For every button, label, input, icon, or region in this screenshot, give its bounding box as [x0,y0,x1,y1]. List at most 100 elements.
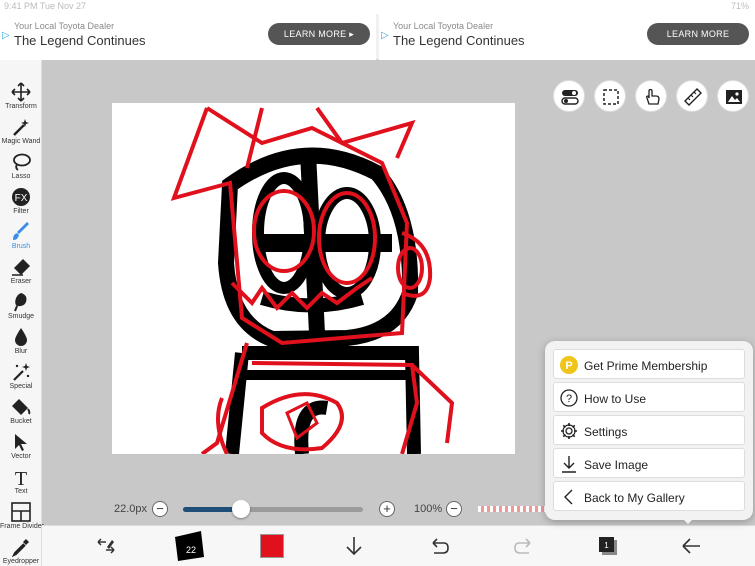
tool-frame-divider[interactable]: Frame Divider [0,498,44,533]
svg-text:1: 1 [604,541,609,550]
popover-tail [680,516,696,524]
tool-panel: Transform Magic Wand Lasso FX Filter Bru… [0,60,44,566]
eyedropper-icon [11,539,29,557]
menu-item-save-image[interactable]: Save Image [553,448,745,478]
opacity-value: 100% [414,503,443,515]
tool-transform[interactable]: Transform [0,78,42,113]
menu-item-prime[interactable]: P Get Prime Membership [553,349,745,379]
tool-label: Transform [5,103,37,110]
svg-text:?: ? [566,393,572,405]
text-icon: T [15,468,27,487]
adchoices-icon[interactable]: ▷ [381,30,389,42]
tool-label: Vector [11,453,31,460]
toggle-button[interactable] [553,80,585,112]
size-plus-button[interactable]: + [379,501,395,517]
tool-label: Lasso [11,173,31,180]
lasso-icon [13,153,31,171]
svg-text:FX: FX [15,193,28,204]
tool-label: Frame Divider [0,523,44,530]
special-icon [13,363,30,381]
tool-label: Brush [11,243,31,250]
tool-label: Magic Wand [1,138,41,145]
help-icon: ? [560,389,578,407]
tool-vector[interactable]: Vector [0,428,42,463]
artwork [170,106,455,454]
blur-icon [15,328,27,346]
ad-banner-right[interactable]: ▷ Your Local Toyota Dealer The Legend Co… [379,14,755,60]
download-arrow-icon[interactable] [342,534,366,558]
ruler-button[interactable] [676,80,708,112]
tool-label: Blur [14,348,28,355]
redo-icon[interactable] [512,534,536,558]
menu-item-label: Get Prime Membership [584,359,708,373]
tool-label: Special [9,383,33,390]
image-button[interactable] [717,80,749,112]
adchoices-icon[interactable]: ▷ [2,30,10,42]
undo-icon[interactable] [427,534,451,558]
bucket-icon [12,399,31,415]
tool-special[interactable]: Special [0,358,42,393]
layers-icon: 1 [599,537,617,555]
selection-button[interactable] [594,80,626,112]
tool-text[interactable]: T Text [0,463,42,498]
download-icon [562,456,576,473]
tool-label: Text [14,488,28,495]
tool-smudge[interactable]: Smudge [0,288,42,323]
svg-text:22: 22 [186,545,196,555]
menu-item-back-to-gallery[interactable]: Back to My Gallery [553,481,745,511]
layers-button[interactable]: 1 [597,535,619,557]
learn-more-button[interactable]: LEARN MORE [647,23,749,45]
menu-item-label: Settings [584,425,628,439]
status-time: 9:41 PM Tue Nov 27 [4,1,87,11]
image-icon [726,90,742,104]
transform-icon [11,82,31,102]
brush-preview-button[interactable]: 22 [172,529,206,563]
main-menu-popover: P Get Prime Membership ? How to Use Sett… [545,341,753,524]
tool-filter[interactable]: FX Filter [0,183,42,218]
status-battery: 71% [730,1,749,11]
color-swatch[interactable] [260,534,284,558]
ad-banner-left[interactable]: ▷ Your Local Toyota Dealer The Legend Co… [0,14,376,60]
swap-icon[interactable] [94,534,118,558]
learn-more-button[interactable]: LEARN MORE ▸ [268,23,370,45]
tool-brush[interactable]: Brush [0,218,42,253]
touch-button[interactable] [635,80,667,112]
brush-size-value: 22.0px [114,503,148,515]
magic-wand-icon [13,119,29,136]
menu-item-label: Save Image [584,458,649,472]
menu-item-label: Back to My Gallery [584,491,685,505]
tool-label: Eraser [10,278,32,285]
ad-headline: The Legend Continues [393,33,525,48]
menu-item-how-to-use[interactable]: ? How to Use [553,382,745,412]
drawing-canvas[interactable] [112,103,515,454]
slider-knob[interactable] [231,500,250,518]
chevron-left-icon [564,489,573,505]
tool-lasso[interactable]: Lasso [0,148,42,183]
prime-icon: P [560,356,578,374]
tool-magic-wand[interactable]: Magic Wand [0,113,42,148]
svg-text:P: P [565,360,572,372]
gear-icon [561,423,577,439]
smudge-icon [14,293,27,312]
vector-icon [15,434,27,451]
tool-label: Filter [13,208,29,215]
svg-text:T: T [15,468,27,487]
status-bar: 9:41 PM Tue Nov 27 71% [0,0,755,14]
tool-eraser[interactable]: Eraser [0,253,42,288]
tool-label: Eyedropper [2,558,40,565]
tool-blur[interactable]: Blur [0,323,42,358]
opacity-minus-button[interactable]: − [446,501,462,517]
toggle-icon [561,90,579,105]
back-arrow-icon[interactable] [679,534,703,558]
menu-item-settings[interactable]: Settings [553,415,745,445]
tool-bucket[interactable]: Bucket [0,393,42,428]
size-minus-button[interactable]: − [152,501,168,517]
hand-icon [646,88,660,105]
brush-icon [13,222,29,240]
brush-size-slider[interactable] [183,507,363,512]
brush-preview-icon: 22 [175,531,204,561]
opacity-slider[interactable] [478,506,548,512]
bottom-toolbar: 22 1 [42,525,755,566]
ad-sub: Your Local Toyota Dealer [14,21,115,31]
tool-eyedropper[interactable]: Eyedropper [0,533,42,566]
